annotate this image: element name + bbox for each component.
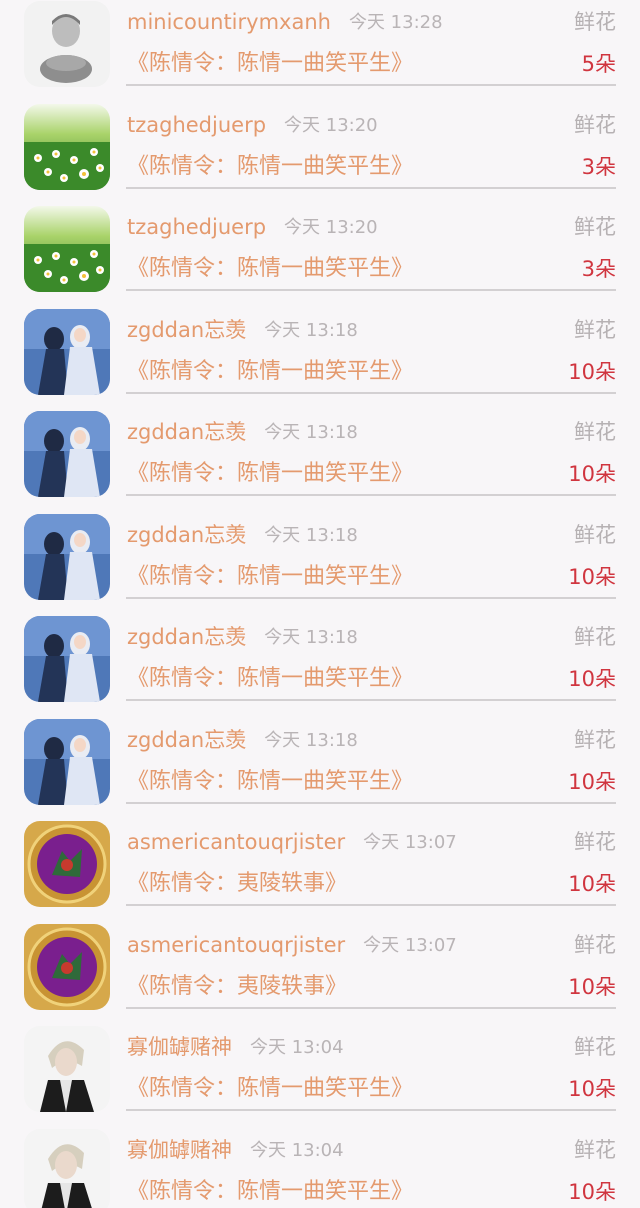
avatar[interactable] [24, 308, 110, 395]
list-item[interactable]: asmericantouqrjister 今天 13:07 鲜花《陈情令：夷陵轶事》… [0, 820, 640, 922]
gift-type-label: 鲜花 [574, 215, 616, 239]
timestamp: 今天 13:18 [264, 422, 358, 443]
timestamp: 今天 13:18 [264, 319, 358, 341]
timestamp: 今天 13:18 [264, 729, 358, 751]
row-divider [126, 1006, 616, 1009]
row-divider [126, 699, 616, 701]
avatar[interactable] [24, 923, 110, 1010]
gift-type-label: 鲜花 [574, 522, 616, 547]
gift-type-label: 鲜花 [574, 420, 616, 444]
timestamp: 今天 13:18 [264, 627, 358, 648]
timestamp: 今天 13:07 [363, 934, 457, 956]
list-item[interactable]: asmericantouqrjister 今天 13:07 鲜花《陈情令：夷陵轶事》… [0, 923, 640, 1025]
avatar[interactable] [24, 103, 110, 190]
flower-count: 10朵 [568, 462, 616, 486]
gift-type-label: 鲜花 [574, 112, 616, 137]
avatar[interactable] [24, 1, 110, 87]
timestamp: 今天 13:20 [284, 217, 378, 238]
flower-count: 3朵 [581, 257, 616, 281]
row-divider [126, 289, 616, 291]
row-divider [126, 84, 616, 86]
drama-title-link[interactable]: 《陈情令：夷陵轶事》 [127, 973, 347, 1001]
avatar[interactable] [24, 616, 110, 702]
row-divider [126, 391, 616, 394]
flower-count: 10朵 [568, 564, 616, 589]
flower-count: 3朵 [581, 154, 616, 179]
timestamp: 今天 13:28 [348, 12, 443, 33]
drama-title-link[interactable]: 《陈情令：陈情一曲笑平生》 [127, 50, 413, 78]
flower-count: 5朵 [581, 52, 616, 76]
gift-type-label: 鲜花 [574, 625, 616, 649]
list-item[interactable]: zgddan忘羡 今天 13:18 鲜花《陈情令：陈情一曲笑平生》 10朵 [0, 513, 640, 615]
username[interactable]: zgddan忘羡 [127, 624, 246, 650]
timestamp: 今天 13:04 [249, 1037, 344, 1058]
list-item[interactable]: tzaghedjuerp 今天 13:20 鲜花《陈情令：陈情一曲笑平生》 3朵 [0, 103, 640, 205]
flower-count: 10朵 [568, 1077, 616, 1101]
gift-record-list: minicountirymxanh 今天 13:28 鲜花 《陈情令：陈情一曲笑平生》… [0, 0, 640, 1208]
flower-count: 10朵 [568, 769, 616, 794]
username[interactable]: zgddan忘羡 [127, 727, 246, 753]
flower-count: 10朵 [568, 667, 616, 691]
avatar[interactable] [24, 411, 110, 497]
drama-title-link[interactable]: 《陈情令：陈情一曲笑平生》 [127, 1178, 413, 1206]
username[interactable]: zgddan忘羡 [127, 419, 246, 445]
list-item[interactable]: zgddan忘羡 今天 13:18 鲜花《陈情令：陈情一曲笑平生》 10朵 [0, 410, 640, 512]
gift-type-label: 鲜花 [574, 1035, 616, 1059]
row-divider [126, 1109, 616, 1111]
gift-type-label: 鲜花 [574, 932, 616, 957]
row-divider [126, 186, 616, 189]
username[interactable]: 寡伽罅赌神 [127, 1137, 232, 1163]
username[interactable]: zgddan忘羡 [127, 317, 246, 343]
drama-title-link[interactable]: 《陈情令：夷陵轶事》 [127, 870, 347, 898]
drama-title-link[interactable]: 《陈情令：陈情一曲笑平生》 [127, 563, 413, 591]
list-item[interactable]: zgddan忘羡 今天 13:18 鲜花《陈情令：陈情一曲笑平生》 10朵 [0, 615, 640, 717]
list-item[interactable]: tzaghedjuerp 今天 13:20 鲜花《陈情令：陈情一曲笑平生》 3朵 [0, 205, 640, 307]
drama-title-link[interactable]: 《陈情令：陈情一曲笑平生》 [127, 768, 413, 796]
avatar[interactable] [24, 513, 110, 600]
username[interactable]: tzaghedjuerp [127, 112, 266, 138]
flower-count: 10朵 [568, 872, 616, 896]
flower-count: 10朵 [568, 1179, 616, 1204]
username[interactable]: minicountirymxanh [127, 9, 331, 35]
drama-title-link[interactable]: 《陈情令：陈情一曲笑平生》 [127, 153, 413, 181]
row-divider [126, 801, 616, 804]
list-item[interactable]: minicountirymxanh 今天 13:28 鲜花《陈情令：陈情一曲笑平生》… [0, 0, 640, 102]
timestamp: 今天 13:07 [363, 832, 457, 853]
timestamp: 今天 13:20 [284, 114, 378, 136]
list-item[interactable]: zgddan忘羡 今天 13:18 鲜花《陈情令：陈情一曲笑平生》 10朵 [0, 718, 640, 820]
gift-type-label: 鲜花 [574, 1137, 616, 1162]
gift-type-label: 鲜花 [574, 317, 616, 342]
avatar[interactable] [24, 718, 110, 805]
drama-title-link[interactable]: 《陈情令：陈情一曲笑平生》 [127, 358, 413, 386]
gift-type-label: 鲜花 [574, 727, 616, 752]
username[interactable]: zgddan忘羡 [127, 522, 246, 548]
flower-count: 10朵 [568, 974, 616, 999]
gift-type-label: 鲜花 [574, 10, 616, 34]
avatar[interactable] [24, 1026, 110, 1112]
list-item[interactable]: 寡伽罅赌神 今天 13:04 鲜花《陈情令：陈情一曲笑平生》 10朵 [0, 1025, 640, 1127]
avatar[interactable] [24, 1128, 110, 1208]
drama-title-link[interactable]: 《陈情令：陈情一曲笑平生》 [127, 255, 413, 283]
username[interactable]: asmericantouqrjister [127, 932, 345, 958]
gift-type-label: 鲜花 [574, 830, 616, 854]
row-divider [126, 596, 616, 599]
timestamp: 今天 13:18 [264, 524, 358, 546]
drama-title-link[interactable]: 《陈情令：陈情一曲笑平生》 [127, 665, 413, 693]
username[interactable]: 寡伽罅赌神 [127, 1034, 232, 1060]
list-item[interactable]: zgddan忘羡 今天 13:18 鲜花《陈情令：陈情一曲笑平生》 10朵 [0, 308, 640, 410]
timestamp: 今天 13:04 [249, 1139, 344, 1161]
flower-count: 10朵 [568, 359, 616, 384]
drama-title-link[interactable]: 《陈情令：陈情一曲笑平生》 [127, 460, 413, 488]
avatar[interactable] [24, 821, 110, 907]
avatar[interactable] [24, 206, 110, 292]
drama-title-link[interactable]: 《陈情令：陈情一曲笑平生》 [127, 1075, 413, 1103]
list-item[interactable]: 寡伽罅赌神 今天 13:04 鲜花《陈情令：陈情一曲笑平生》 10朵 [0, 1128, 640, 1208]
row-divider [126, 494, 616, 496]
row-divider [126, 904, 616, 906]
username[interactable]: asmericantouqrjister [127, 829, 345, 855]
username[interactable]: tzaghedjuerp [127, 214, 266, 240]
